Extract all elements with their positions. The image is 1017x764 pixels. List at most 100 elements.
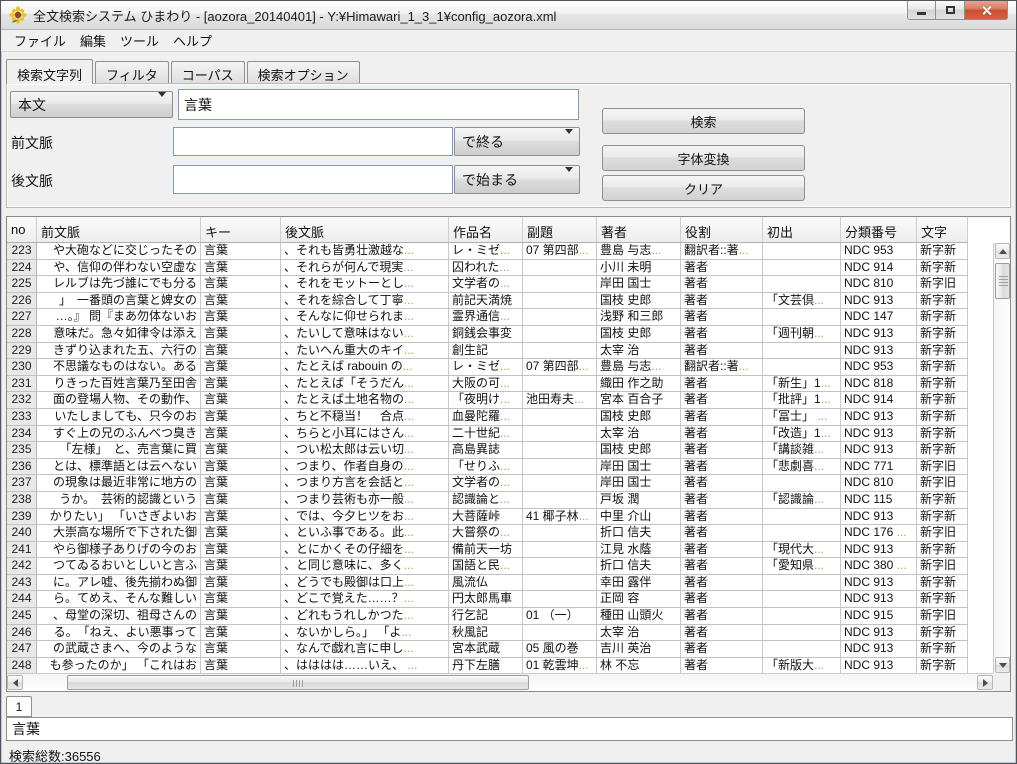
table-row[interactable]: 226」 一番頭の言葉と婢女の言葉、それを綜合して丁寧...前記天満焼国枝 史郎…: [7, 293, 968, 310]
table-cell: NDC 915: [841, 608, 917, 624]
table-row[interactable]: 245、母堂の深切、祖母さんの言葉、どれもうれしかつた...行乞記01 （一）種…: [7, 608, 968, 625]
table-row[interactable]: 243に。アレ嘘、後先揃わぬ御言葉、どうでも殿御は口上...風流仏幸田 露伴著者…: [7, 575, 968, 592]
table-cell: 「左様」 と、売言葉に買: [37, 442, 201, 458]
tab-search-options[interactable]: 検索オプション: [247, 61, 360, 83]
table-cell: NDC 914: [841, 392, 917, 408]
search-target-select[interactable]: 本文: [10, 91, 173, 118]
column-header-6[interactable]: 著者: [597, 217, 681, 242]
table-row[interactable]: 229きずり込まれた五、六行の言葉、たいへん重大のキイ...創生記太宰 治著者N…: [7, 343, 968, 360]
table-cell: 言葉: [201, 426, 281, 442]
scroll-right-button[interactable]: [977, 675, 993, 690]
menu-tools[interactable]: ツール: [113, 29, 166, 52]
glyph-convert-button[interactable]: 字体変換: [602, 145, 805, 171]
page-tab-1[interactable]: 1: [6, 696, 32, 717]
table-row[interactable]: 237の現象は最近非常に地方の言葉、つまり方言を会話と...文学者の...岸田 …: [7, 475, 968, 492]
table-row[interactable]: 235「左様」 と、売言葉に買言葉、つい松太郎は云い切...高島異誌国枝 史郎著…: [7, 442, 968, 459]
table-cell: 、つまり方言を会話と...: [281, 475, 449, 491]
table-row[interactable]: 238うか。 芸術的認識という言葉、つまり芸術も亦一般...認識論と...戸坂 …: [7, 492, 968, 509]
vertical-scrollbar-thumb[interactable]: [995, 263, 1010, 299]
query-input[interactable]: [178, 89, 579, 120]
column-header-1[interactable]: 前文脈: [37, 217, 201, 242]
table-cell: うか。 芸術的認識という: [37, 492, 201, 508]
column-header-10[interactable]: 文字: [917, 217, 968, 242]
menu-file[interactable]: ファイル: [7, 29, 73, 52]
table-row[interactable]: 242つてゐるおいとしいと言ふ言葉、と同じ意味に、多く...国語と民...折口 …: [7, 558, 968, 575]
table-cell: 著者: [681, 591, 763, 607]
table-row[interactable]: 234すぐ上の兄のふんべつ臭き言葉、ちらと小耳にはさん...二十世紀...太宰 …: [7, 426, 968, 443]
table-cell: 「改造」1...: [763, 426, 841, 442]
results-table-header: no前文脈キー後文脈作品名副題著者役割初出分類番号文字: [7, 217, 968, 243]
table-cell: 大嘗祭の...: [449, 525, 523, 541]
tab-filter[interactable]: フィルタ: [95, 61, 169, 83]
pre-context-input[interactable]: [173, 127, 453, 156]
table-cell: [763, 641, 841, 657]
table-row[interactable]: 231りきった百姓言葉乃至田舎言葉、たとえば「そうだん...大阪の可...織田 …: [7, 376, 968, 393]
table-row[interactable]: 236とは、標準語とは云へない言葉、つまり、作者自身の...「せりふ...岸田 …: [7, 459, 968, 476]
table-cell: 新字新: [917, 243, 968, 259]
table-cell: 226: [7, 293, 37, 309]
table-cell: 245: [7, 608, 37, 624]
tab-search-string[interactable]: 検索文字列: [6, 59, 93, 84]
column-header-3[interactable]: 後文脈: [281, 217, 449, 242]
table-row[interactable]: 233いたしましても、只今のお言葉、ちと不穏当！ 合点...血曼陀羅...国枝 …: [7, 409, 968, 426]
column-header-8[interactable]: 初出: [763, 217, 841, 242]
close-button[interactable]: [965, 1, 1008, 20]
table-cell: 新字新: [917, 542, 968, 558]
search-button[interactable]: 検索: [602, 108, 805, 134]
table-cell: 著者: [681, 309, 763, 325]
menu-edit[interactable]: 編集: [73, 29, 113, 52]
table-cell: 新字旧: [917, 558, 968, 574]
menu-help[interactable]: ヘルプ: [166, 29, 219, 52]
table-row[interactable]: 225レルブは先づ誰にでも分る言葉、それをモットーとし...文学者の...岸田 …: [7, 276, 968, 293]
table-cell: 言葉: [201, 309, 281, 325]
column-header-2[interactable]: キー: [201, 217, 281, 242]
table-row[interactable]: 223や大砲などに交じったその言葉、それも皆勇壮激越な...レ・ミゼ...07 …: [7, 243, 968, 260]
table-cell: 大阪の可...: [449, 376, 523, 392]
table-row[interactable]: 246る。 「ねえ、よい悪事って言葉、ないかしら。」 「よ...秋風記太宰 治著…: [7, 625, 968, 642]
menu-bar: ファイル 編集 ツール ヘルプ: [1, 30, 1016, 52]
table-cell: 国語と民...: [449, 558, 523, 574]
maximize-button[interactable]: [936, 1, 965, 20]
table-row[interactable]: 232面の登場人物、その動作、言葉、たとえば土地名物の...「夜明け...池田寿…: [7, 392, 968, 409]
scroll-left-button[interactable]: [7, 675, 23, 690]
table-row[interactable]: 227…。』 問『まあ勿体ないお言葉、そんなに仰せられま...霊界通信...浅野…: [7, 309, 968, 326]
results-table: no前文脈キー後文脈作品名副題著者役割初出分類番号文字 223や大砲などに交じっ…: [6, 216, 1011, 692]
horizontal-scrollbar[interactable]: [7, 673, 993, 691]
table-cell: 新字新: [917, 641, 968, 657]
column-header-7[interactable]: 役割: [681, 217, 763, 242]
table-row[interactable]: 228意味だ。急々如律令は添え言葉、たいして意味はない...銅銭会事変国枝 史郎…: [7, 326, 968, 343]
scroll-down-button[interactable]: [995, 657, 1010, 673]
pre-context-mode-select[interactable]: で終る: [454, 127, 580, 156]
table-row[interactable]: 244ら。てめえ、そんな難しい言葉、どこで覚えた……？...円太郎馬車正岡 容著…: [7, 591, 968, 608]
post-context-mode-select[interactable]: で始まる: [454, 165, 580, 194]
table-row[interactable]: 239かりたい」 「いさぎよいお言葉、では、今夕ヒツをお...大菩薩峠41 椰子…: [7, 509, 968, 526]
table-cell: 言葉: [201, 359, 281, 375]
scroll-up-button[interactable]: [995, 243, 1010, 259]
table-row[interactable]: 248も参ったのか」 「これはお言葉、はははは……いえ、 ...丹下左膳01 乾…: [7, 658, 968, 675]
table-cell: レルブは先づ誰にでも分る: [37, 276, 201, 292]
tab-corpus[interactable]: コーパス: [171, 61, 245, 83]
table-cell: NDC 913: [841, 326, 917, 342]
column-header-4[interactable]: 作品名: [449, 217, 523, 242]
horizontal-scrollbar-thumb[interactable]: [67, 675, 529, 690]
table-row[interactable]: 240大崇高な場所で下された御言葉、といふ事である。此...大嘗祭の...折口 …: [7, 525, 968, 542]
table-cell: 233: [7, 409, 37, 425]
post-context-input[interactable]: [173, 165, 453, 194]
table-row[interactable]: 247の武蔵さまへ、今のような言葉、なんで戯れ言に申し...宮本武蔵05 風の巻…: [7, 641, 968, 658]
clear-button[interactable]: クリア: [602, 175, 805, 201]
table-row[interactable]: 224や、信仰の伴わない空虚な言葉、それらが何んで現実...囚われた...小川 …: [7, 260, 968, 277]
column-header-9[interactable]: 分類番号: [841, 217, 917, 242]
table-row[interactable]: 241やら御様子ありげの今のお言葉、とにかくその仔細を...備前天一坊江見 水蔭…: [7, 542, 968, 559]
column-header-5[interactable]: 副題: [523, 217, 597, 242]
table-cell: 言葉: [201, 608, 281, 624]
column-header-0[interactable]: no: [7, 217, 37, 242]
table-cell: 01 （一）: [523, 608, 597, 624]
vertical-scrollbar[interactable]: [993, 243, 1010, 673]
table-cell: 円太郎馬車: [449, 591, 523, 607]
selected-text-field[interactable]: [6, 717, 1013, 741]
table-cell: 229: [7, 343, 37, 359]
close-icon: [981, 5, 992, 16]
table-row[interactable]: 230不思議なものはない。ある言葉、たとえば rabouin の...レ・ミゼ.…: [7, 359, 968, 376]
minimize-button[interactable]: [907, 1, 936, 20]
table-cell: や、信仰の伴わない空虚な: [37, 260, 201, 276]
